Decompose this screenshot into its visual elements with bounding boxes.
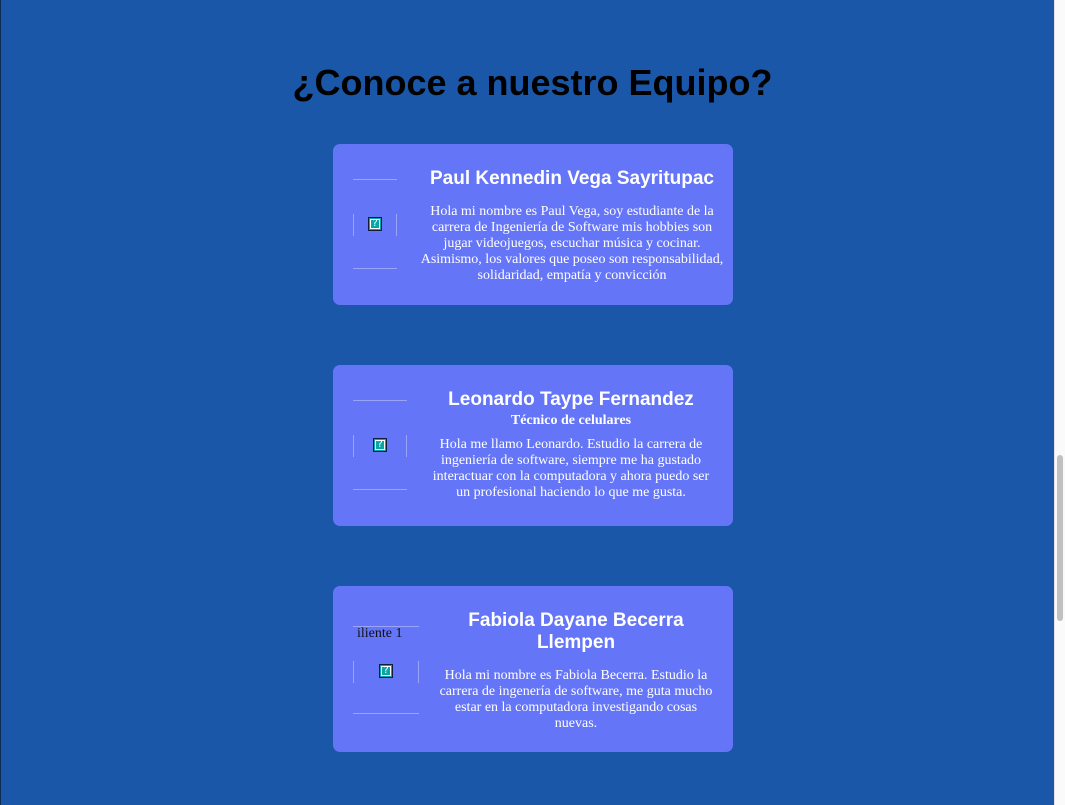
member-name: Fabiola Dayane Becerra Llempen — [468, 610, 684, 653]
member-role: Técnico de celulares — [510, 413, 632, 428]
page-left-border — [0, 0, 1, 805]
vertical-scrollbar[interactable] — [1054, 0, 1065, 805]
scrollbar-thumb[interactable] — [1057, 455, 1063, 621]
member-photo: ? — [353, 626, 419, 714]
member-info: Leonardo Taype Fernandez Técnico de celu… — [427, 389, 715, 501]
member-photo: ? — [353, 400, 407, 490]
member-name: Leonardo Taype Fernandez — [448, 389, 694, 410]
team-member-card: ? Leonardo Taype Fernandez Técnico de ce… — [333, 365, 733, 526]
member-bio: Hola me llamo Leonardo. Estudio la carre… — [432, 437, 710, 500]
member-bio: Hola mi nombre es Fabiola Becerra. Estud… — [439, 668, 713, 731]
team-member-card: ? Paul Kennedin Vega Sayritupac Hola mi … — [333, 144, 733, 305]
member-photo: ? — [353, 179, 397, 269]
member-name: Paul Kennedin Vega Sayritupac — [429, 168, 715, 189]
broken-image-icon: ? — [368, 217, 382, 231]
page-title: ¿Conoce a nuestro Equipo? — [292, 62, 773, 103]
member-info: Fabiola Dayane Becerra Llempen Hola mi n… — [433, 610, 719, 732]
broken-image-icon: ? — [373, 438, 387, 452]
member-bio: Hola mi nombre es Paul Vega, soy estudia… — [420, 204, 724, 283]
team-member-card: iliente 1 ? Fabiola Dayane Becerra Llemp… — [333, 586, 733, 752]
member-info: Paul Kennedin Vega Sayritupac Hola mi no… — [417, 168, 727, 284]
broken-image-icon: ? — [379, 664, 393, 678]
